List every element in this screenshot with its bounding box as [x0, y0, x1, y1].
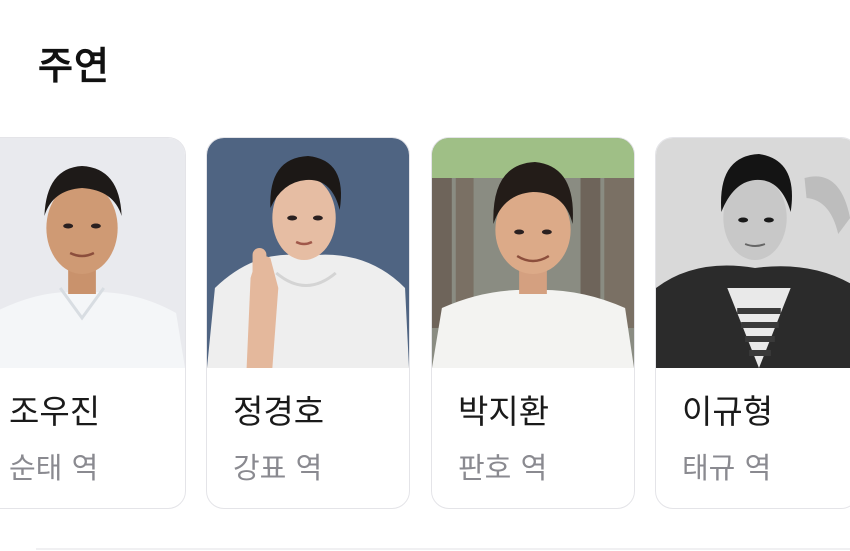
actor-photo — [656, 138, 850, 368]
cast-card[interactable]: 박지환 판호 역 — [431, 137, 635, 509]
actor-name: 정경호 — [233, 392, 325, 431]
actor-role: 강표 역 — [233, 451, 323, 485]
actor-photo — [0, 138, 185, 368]
cast-card[interactable]: 이규형 태규 역 — [655, 137, 850, 509]
section-divider — [36, 548, 850, 550]
actor-role: 판호 역 — [458, 451, 548, 485]
actor-role: 순태 역 — [9, 451, 99, 485]
section-title: 주연 — [38, 44, 110, 88]
cast-card[interactable]: 정경호 강표 역 — [206, 137, 410, 509]
actor-name: 조우진 — [9, 392, 101, 431]
actor-role: 태규 역 — [682, 451, 772, 485]
cast-card[interactable]: 조우진 순태 역 — [0, 137, 186, 509]
cast-section: 주연 조우진 순태 역 정경호 강표 역 박지환 판호 역 이규형 태규 역 — [0, 0, 850, 551]
actor-photo — [432, 138, 634, 368]
cast-carousel[interactable]: 조우진 순태 역 정경호 강표 역 박지환 판호 역 이규형 태규 역 — [0, 137, 850, 511]
actor-name: 이규형 — [682, 392, 774, 431]
actor-photo — [207, 138, 409, 368]
actor-name: 박지환 — [458, 392, 550, 431]
